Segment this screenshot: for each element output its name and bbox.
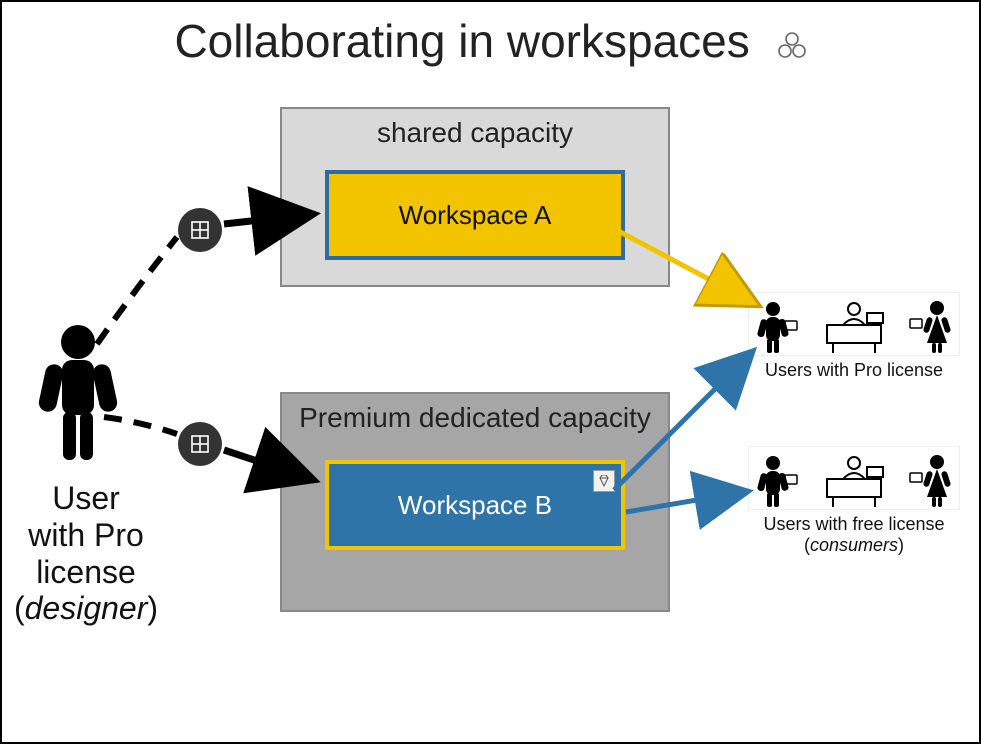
pro-users-block: Users with Pro license: [748, 292, 960, 381]
diagram-canvas: Collaborating in workspaces User with Pr…: [0, 0, 981, 744]
free-users-label-text: Users with free license: [763, 514, 944, 534]
pro-users-label: Users with Pro license: [748, 360, 960, 381]
designer-line1: User: [52, 480, 120, 516]
free-users-sub-close: ): [898, 535, 904, 555]
desk-user-icon: [815, 299, 893, 353]
workspace-node-icon: [178, 422, 222, 466]
workspace-node-icon: [178, 208, 222, 252]
free-users-subrole: consumers: [810, 535, 898, 555]
diamond-icon: [593, 470, 615, 492]
person-tablet-icon: [753, 299, 801, 353]
person-tablet-icon: [753, 453, 801, 507]
workspace-a: Workspace A: [325, 170, 625, 260]
desk-user-icon: [815, 453, 893, 507]
workspace-b-label: Workspace B: [398, 490, 552, 521]
workspace-b: Workspace B: [325, 460, 625, 550]
designer-role: designer: [25, 590, 148, 626]
designer-line2: with Pro: [28, 517, 144, 553]
page-title-text: Collaborating in workspaces: [174, 15, 749, 67]
reload-icon: [777, 18, 807, 72]
shared-capacity-label: shared capacity: [282, 117, 668, 149]
person-dress-icon: [907, 299, 955, 353]
workspace-a-label: Workspace A: [399, 200, 552, 231]
designer-role-open: (: [14, 590, 25, 626]
designer-caption: User with Pro license (designer): [6, 480, 166, 627]
premium-capacity-label: Premium dedicated capacity: [282, 402, 668, 434]
person-dress-icon: [907, 453, 955, 507]
free-users-block: Users with free license (consumers): [748, 446, 960, 556]
designer-role-close: ): [147, 590, 158, 626]
free-users-icons: [748, 446, 960, 510]
page-title: Collaborating in workspaces: [2, 14, 979, 72]
free-users-label: Users with free license (consumers): [748, 514, 960, 556]
pro-users-icons: [748, 292, 960, 356]
designer-line3: license: [36, 554, 136, 590]
designer-person-icon: [30, 322, 126, 467]
